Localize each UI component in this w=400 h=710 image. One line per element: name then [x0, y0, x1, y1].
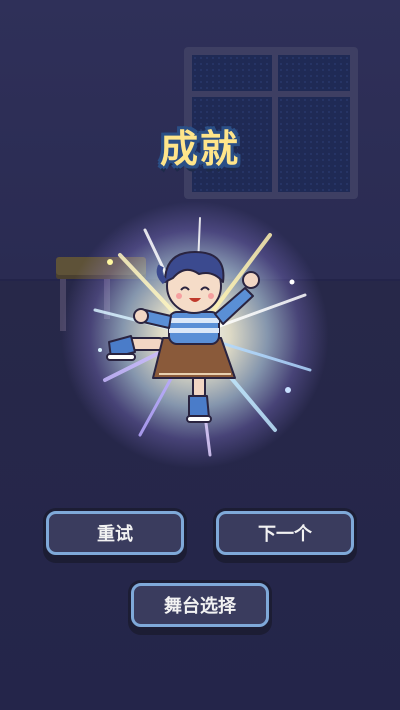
window-pane	[192, 55, 272, 91]
cheering-character-icon	[106, 251, 260, 423]
page-title: 成就	[159, 127, 240, 171]
next-button[interactable]: 下一个	[216, 511, 354, 555]
window-pane	[278, 55, 350, 91]
stage-select-button[interactable]: 舞台选择	[131, 583, 269, 627]
retry-button[interactable]: 重试	[46, 511, 184, 555]
